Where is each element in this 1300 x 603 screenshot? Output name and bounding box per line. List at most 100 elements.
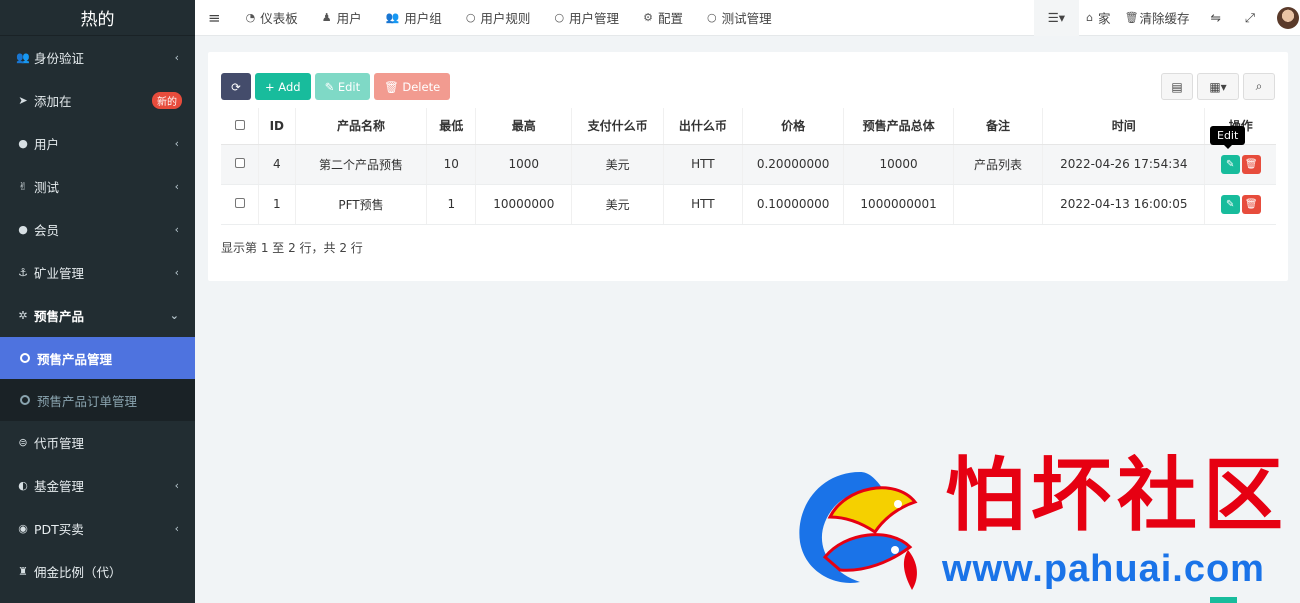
tab-2[interactable]: 👥 用户组 [374,0,454,36]
language-icon[interactable]: ⇋ [1197,0,1235,36]
sidebar-subitem-label: 预售产品管理 [37,351,113,367]
row-select-cell [221,184,260,225]
sidebar-subitem-0[interactable]: 预售产品管理 [0,337,195,379]
toggle-view-icon[interactable]: ▤ [1161,73,1193,100]
tab-label: 配置 [657,11,683,26]
table-cell: 美元 [571,144,664,185]
search-icon[interactable]: ⌕ [1243,73,1275,100]
dashboard-icon: ◔ [245,11,256,24]
add-button[interactable]: + Add [255,73,311,100]
column-header[interactable]: 最低 [426,108,477,145]
row-checkbox[interactable] [234,198,245,208]
column-header[interactable]: 产品名称 [295,108,428,145]
table-row[interactable]: 1 PFT预售 1 10000000 美元 HTT 0.10000000 1000000001… [221,184,1276,225]
fullscreen-icon[interactable]: ⤢ [1235,0,1265,36]
more-tabs-dropdown-icon[interactable]: ☰▾ [1033,0,1080,36]
table-cell: 1000000001 [843,184,954,225]
column-header[interactable]: 支付什么币 [571,108,664,145]
sidebar-item-3[interactable]: ✌ 测试 ‹ [0,165,195,208]
trash-icon: 🗑 [1124,11,1139,24]
table-cell: 1 [258,184,296,225]
sidebar-item-after-2[interactable]: ◉ PDT买卖 ‹ [0,507,195,550]
clear-cache-link[interactable]: 🗑 清除缓存 [1118,0,1197,36]
sidebar-item-after-0[interactable]: ⊜ 代币管理 [0,421,195,464]
clear-cache-label: 清除缓存 [1139,11,1190,26]
chevron-icon: ‹ [174,479,179,492]
column-header[interactable]: 最高 [475,108,573,145]
sidebar-item-label: 会员 [34,223,60,238]
scroll-top-button[interactable] [1210,597,1237,603]
tab-4[interactable]: ○ 用户管理 [542,0,631,36]
chevron-icon: ‹ [174,51,179,64]
sidebar-item-2[interactable]: ● 用户 ‹ [0,122,195,165]
sidebar-subitem-label: 预售产品订单管理 [37,393,138,409]
sidebar-item-0[interactable]: 👥 身份验证 ‹ [0,36,195,79]
table-toolbar: ⟳ + Add ✎ Edit 🗑 Delete [221,73,451,100]
home-link[interactable]: ⌂ 家 [1079,0,1118,36]
trash-icon[interactable]: 🗑 [1241,154,1261,174]
column-header[interactable]: 预售产品总体 [843,108,954,145]
trophy-icon: ♜ [18,565,28,578]
circle-icon: ○ [465,11,476,24]
column-header[interactable]: 出什么币 [663,108,743,145]
hand-peace-icon: ✌ [18,180,28,193]
brand-logo[interactable]: 热的 [0,0,195,36]
sidebar-item-6[interactable]: ✲ 预售产品 ⌄ [0,294,195,337]
top-navbar: ≡ ◔ 仪表板 ♟ 用户 👥 用户组 ○ 用户规则 ○ 用户管理 ⚙ 配置 ○ 测试管理 ☰▾ ⌂ 家 🗑… [195,0,1300,36]
table-cell: 10000 [843,144,954,185]
row-select-cell [221,144,260,185]
sidebar-item-label: 测试 [34,180,60,195]
tab-1[interactable]: ♟ 用户 [310,0,374,36]
user-menu[interactable]: 行政 [1265,0,1300,36]
sidebar-item-after-3[interactable]: ♜ 佣金比例（代） [0,550,195,593]
table-cell: 美元 [571,184,664,225]
chevron-icon: ‹ [174,137,179,150]
columns-dropdown-icon[interactable]: ▦▾ [1197,73,1239,100]
sidebar-item-4[interactable]: ● 会员 ‹ [0,208,195,251]
user-icon: ♟ [321,11,332,24]
menu-toggle-icon[interactable]: ≡ [195,0,234,36]
edit-tooltip: Edit [1210,126,1246,149]
row-checkbox[interactable] [234,158,245,168]
refresh-button[interactable]: ⟳ [221,73,251,100]
tab-0[interactable]: ◔ 仪表板 [234,0,310,36]
column-header[interactable]: ID [258,108,296,145]
users-icon: 👥 [16,51,30,64]
table-cell: 10000000 [475,184,573,225]
column-header[interactable]: 时间 [1042,108,1206,145]
tab-6[interactable]: ○ 测试管理 [695,0,784,36]
data-table: ID产品名称最低最高支付什么币出什么币价格预售产品总体备注时间操作 4第二个产品… [221,108,1276,225]
watermark-logo [799,472,918,590]
sidebar-subitem-1[interactable]: 预售产品订单管理 [0,379,195,421]
column-header[interactable]: 备注 [953,108,1044,145]
table-cell: 第二个产品预售 [295,144,428,185]
table-cell: HTT [663,144,743,185]
gear-icon: ⚙ [643,11,653,24]
circle-icon [20,353,30,363]
table-row[interactable]: 4 第二个产品预售 10 1000 美元 HTT 0.20000000 10000 产品列表 20… [221,144,1276,185]
anchor-icon: ⚓ [18,266,28,279]
pencil-icon[interactable]: ✎ [1220,154,1240,174]
sidebar-item-5[interactable]: ⚓ 矿业管理 ‹ [0,251,195,294]
pencil-icon[interactable]: ✎ [1220,194,1240,214]
tab-5[interactable]: ⚙ 配置 [631,0,695,36]
sidebar-item-label: 代币管理 [34,436,85,451]
tab-3[interactable]: ○ 用户规则 [454,0,543,36]
table-cell: 4 [258,144,296,185]
rocket-icon: ➤ [18,94,28,107]
sidebar-item-1[interactable]: ➤ 添加在 新的 [0,79,195,122]
select-all-checkbox[interactable] [234,119,245,130]
table-cell: 2022-04-13 16:00:05 [1042,184,1206,225]
table-cell [953,184,1044,225]
edit-button[interactable]: ✎ Edit [314,73,371,100]
trash-icon[interactable]: 🗑 [1241,194,1261,214]
table-cell: PFT预售 [295,184,428,225]
sidebar-item-label: 预售产品 [34,309,85,324]
sidebar-item-after-1[interactable]: ◐ 基金管理 ‹ [0,464,195,507]
table-tools: ▤ ▦▾ ⌕ [1161,73,1275,100]
tab-label: 仪表板 [260,11,298,26]
column-header[interactable]: 价格 [742,108,845,145]
delete-button[interactable]: 🗑 Delete [374,73,451,100]
chevron-icon: ⌄ [169,309,179,322]
home-label: 家 [1098,11,1111,26]
